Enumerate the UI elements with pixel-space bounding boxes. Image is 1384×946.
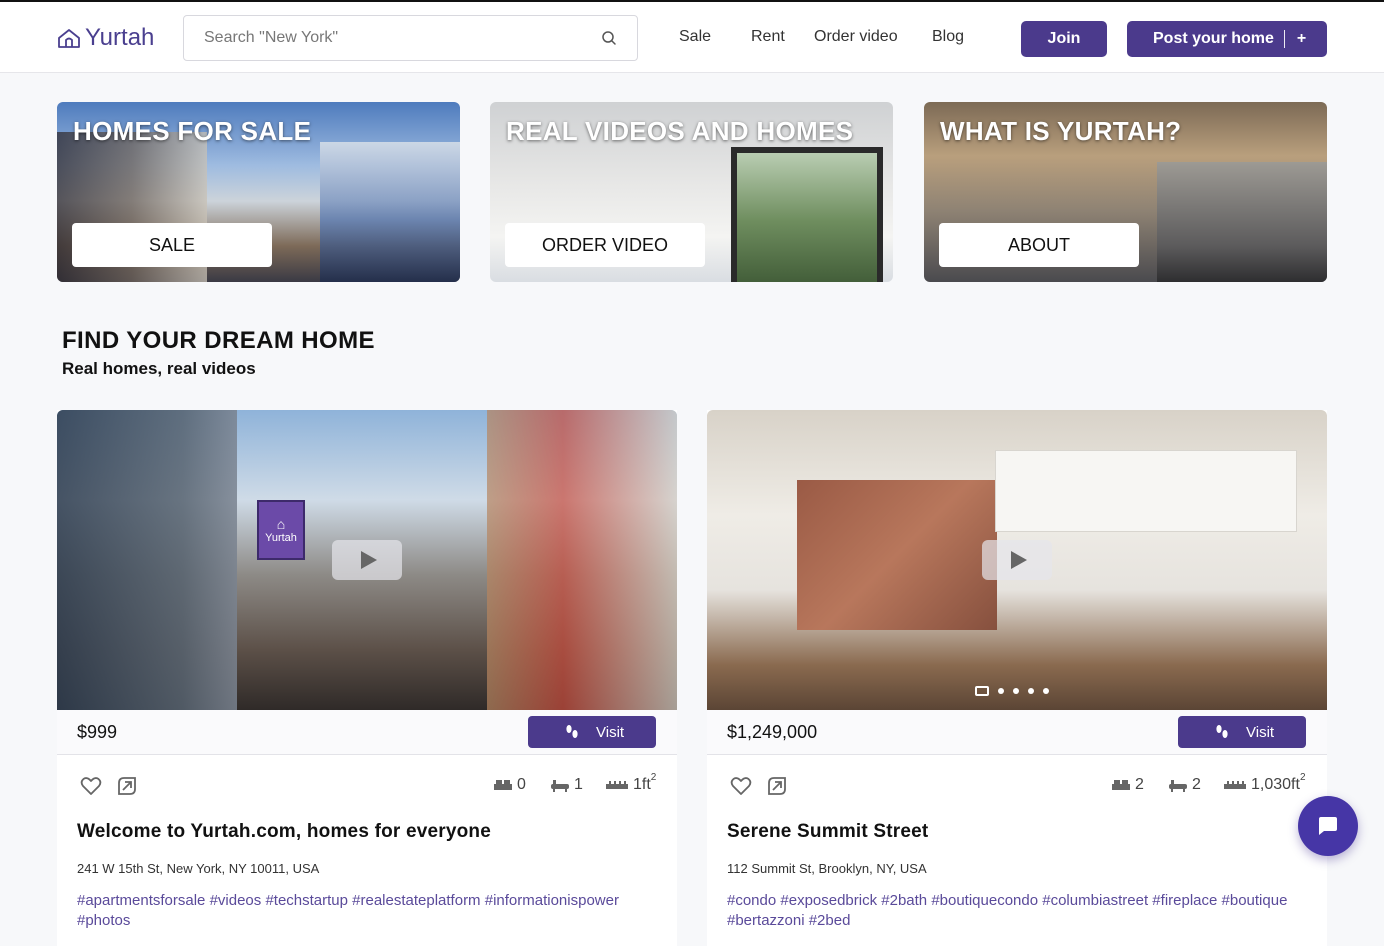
- heart-icon[interactable]: [729, 774, 753, 798]
- bathtub-icon: [1169, 780, 1187, 792]
- area-unit-sup: 2: [1299, 772, 1306, 783]
- plus-icon: +: [1296, 30, 1307, 47]
- listing-title[interactable]: Serene Summit Street: [727, 821, 928, 843]
- carousel-dot[interactable]: [998, 688, 1004, 694]
- carousel-dots[interactable]: [975, 686, 1049, 696]
- footsteps-icon: [566, 725, 578, 738]
- promo-what-is-yurtah[interactable]: WHAT IS YURTAH? ABOUT: [924, 102, 1327, 282]
- carousel-dot[interactable]: [1028, 688, 1034, 694]
- top-navbar: Yurtah Sale Rent Order video Blog Join P…: [0, 0, 1384, 73]
- yurt-logo-icon: [58, 29, 80, 48]
- promo-homes-for-sale[interactable]: HOMES FOR SALE SALE: [57, 102, 460, 282]
- order-video-button[interactable]: ORDER VIDEO: [505, 223, 705, 267]
- search-input[interactable]: [184, 16, 584, 60]
- promo-title: HOMES FOR SALE: [73, 116, 312, 146]
- beds-count: 2: [1135, 776, 1144, 793]
- join-button[interactable]: Join: [1021, 21, 1107, 57]
- play-video-button[interactable]: [332, 540, 402, 580]
- play-video-button[interactable]: [982, 540, 1052, 580]
- baths-count: 1: [574, 776, 583, 793]
- promo-title: WHAT IS YURTAH?: [940, 116, 1182, 146]
- video-camera-icon[interactable]: [975, 686, 989, 696]
- search-icon[interactable]: [601, 30, 617, 46]
- price-row: $999 Visit: [57, 710, 677, 755]
- listing-actions-row: 0 1 1ft2: [57, 770, 677, 802]
- logo-text: Yurtah: [85, 24, 155, 51]
- visit-button-label: Visit: [1246, 723, 1275, 741]
- listing-actions-row: 2 2 1,030ft2: [707, 770, 1327, 802]
- chat-bubble-icon: [1319, 817, 1337, 835]
- nav-rent-link[interactable]: Rent: [751, 28, 785, 46]
- sale-button[interactable]: SALE: [72, 223, 272, 267]
- section-subtitle: Real homes, real videos: [62, 359, 256, 378]
- area-value: 1,030ft: [1251, 776, 1300, 793]
- bed-icon: [1112, 780, 1130, 790]
- search-box[interactable]: [183, 15, 638, 61]
- beds-stat: 2: [1111, 776, 1144, 794]
- post-button-label: Post your home: [1153, 30, 1274, 47]
- nav-blog-link[interactable]: Blog: [932, 28, 964, 46]
- share-icon[interactable]: [765, 774, 789, 798]
- footsteps-icon: [1216, 725, 1228, 738]
- promo-real-videos[interactable]: REAL VIDEOS AND HOMES ORDER VIDEO: [490, 102, 893, 282]
- post-your-home-button[interactable]: Post your home +: [1127, 21, 1327, 57]
- ruler-icon: [1224, 781, 1246, 789]
- beds-count: 0: [517, 776, 526, 793]
- listing-title[interactable]: Welcome to Yurtah.com, homes for everyon…: [77, 821, 491, 843]
- yurt-logo-icon: ⌂: [276, 516, 286, 532]
- ruler-icon: [606, 781, 628, 789]
- visit-button[interactable]: Visit: [1178, 716, 1306, 748]
- price-row: $1,249,000 Visit: [707, 710, 1327, 755]
- section-title: FIND YOUR DREAM HOME: [62, 327, 375, 354]
- billboard-text: Yurtah: [265, 532, 297, 544]
- nav-order-video-link[interactable]: Order video: [814, 28, 898, 46]
- share-icon[interactable]: [115, 774, 139, 798]
- visit-button[interactable]: Visit: [528, 716, 656, 748]
- visit-button-label: Visit: [596, 723, 625, 741]
- about-button[interactable]: ABOUT: [939, 223, 1139, 267]
- listing-photo[interactable]: [707, 410, 1327, 710]
- join-button-label: Join: [1047, 30, 1081, 47]
- billboard-logo: ⌂ Yurtah: [257, 500, 305, 560]
- baths-count: 2: [1192, 776, 1201, 793]
- area-stat: 1ft2: [605, 772, 656, 794]
- beds-stat: 0: [493, 776, 526, 794]
- carousel-dot[interactable]: [1043, 688, 1049, 694]
- listing-price: $1,249,000: [727, 722, 818, 742]
- bed-icon: [494, 780, 512, 790]
- listing-photo[interactable]: ⌂ Yurtah: [57, 410, 677, 710]
- listing-address: 112 Summit St, Brooklyn, NY, USA: [727, 861, 927, 876]
- baths-stat: 2: [1168, 776, 1201, 794]
- area-stat: 1,030ft2: [1223, 772, 1306, 794]
- heart-icon[interactable]: [79, 774, 103, 798]
- listing-price: $999: [77, 722, 118, 742]
- bathtub-icon: [551, 780, 569, 792]
- carousel-dot[interactable]: [1013, 688, 1019, 694]
- listing-card[interactable]: $1,249,000 Visit 2 2 1,030ft2 Serene Sum: [707, 410, 1327, 946]
- area-unit-sup: 2: [650, 772, 657, 783]
- baths-stat: 1: [550, 776, 583, 794]
- chat-button[interactable]: [1298, 796, 1358, 856]
- listing-tags[interactable]: #condo #exposedbrick #2bath #boutiquecon…: [727, 891, 1317, 931]
- listing-tags[interactable]: #apartmentsforsale #videos #techstartup …: [77, 891, 667, 931]
- post-button-divider: [1283, 30, 1285, 48]
- listing-address: 241 W 15th St, New York, NY 10011, USA: [77, 861, 320, 876]
- nav-sale-link[interactable]: Sale: [679, 28, 711, 46]
- area-value: 1ft: [633, 776, 651, 793]
- promo-title: REAL VIDEOS AND HOMES: [506, 116, 854, 146]
- listing-card[interactable]: ⌂ Yurtah $999 Visit 0 1 1ft2 Welcome to …: [57, 410, 677, 946]
- logo[interactable]: Yurtah: [57, 24, 154, 52]
